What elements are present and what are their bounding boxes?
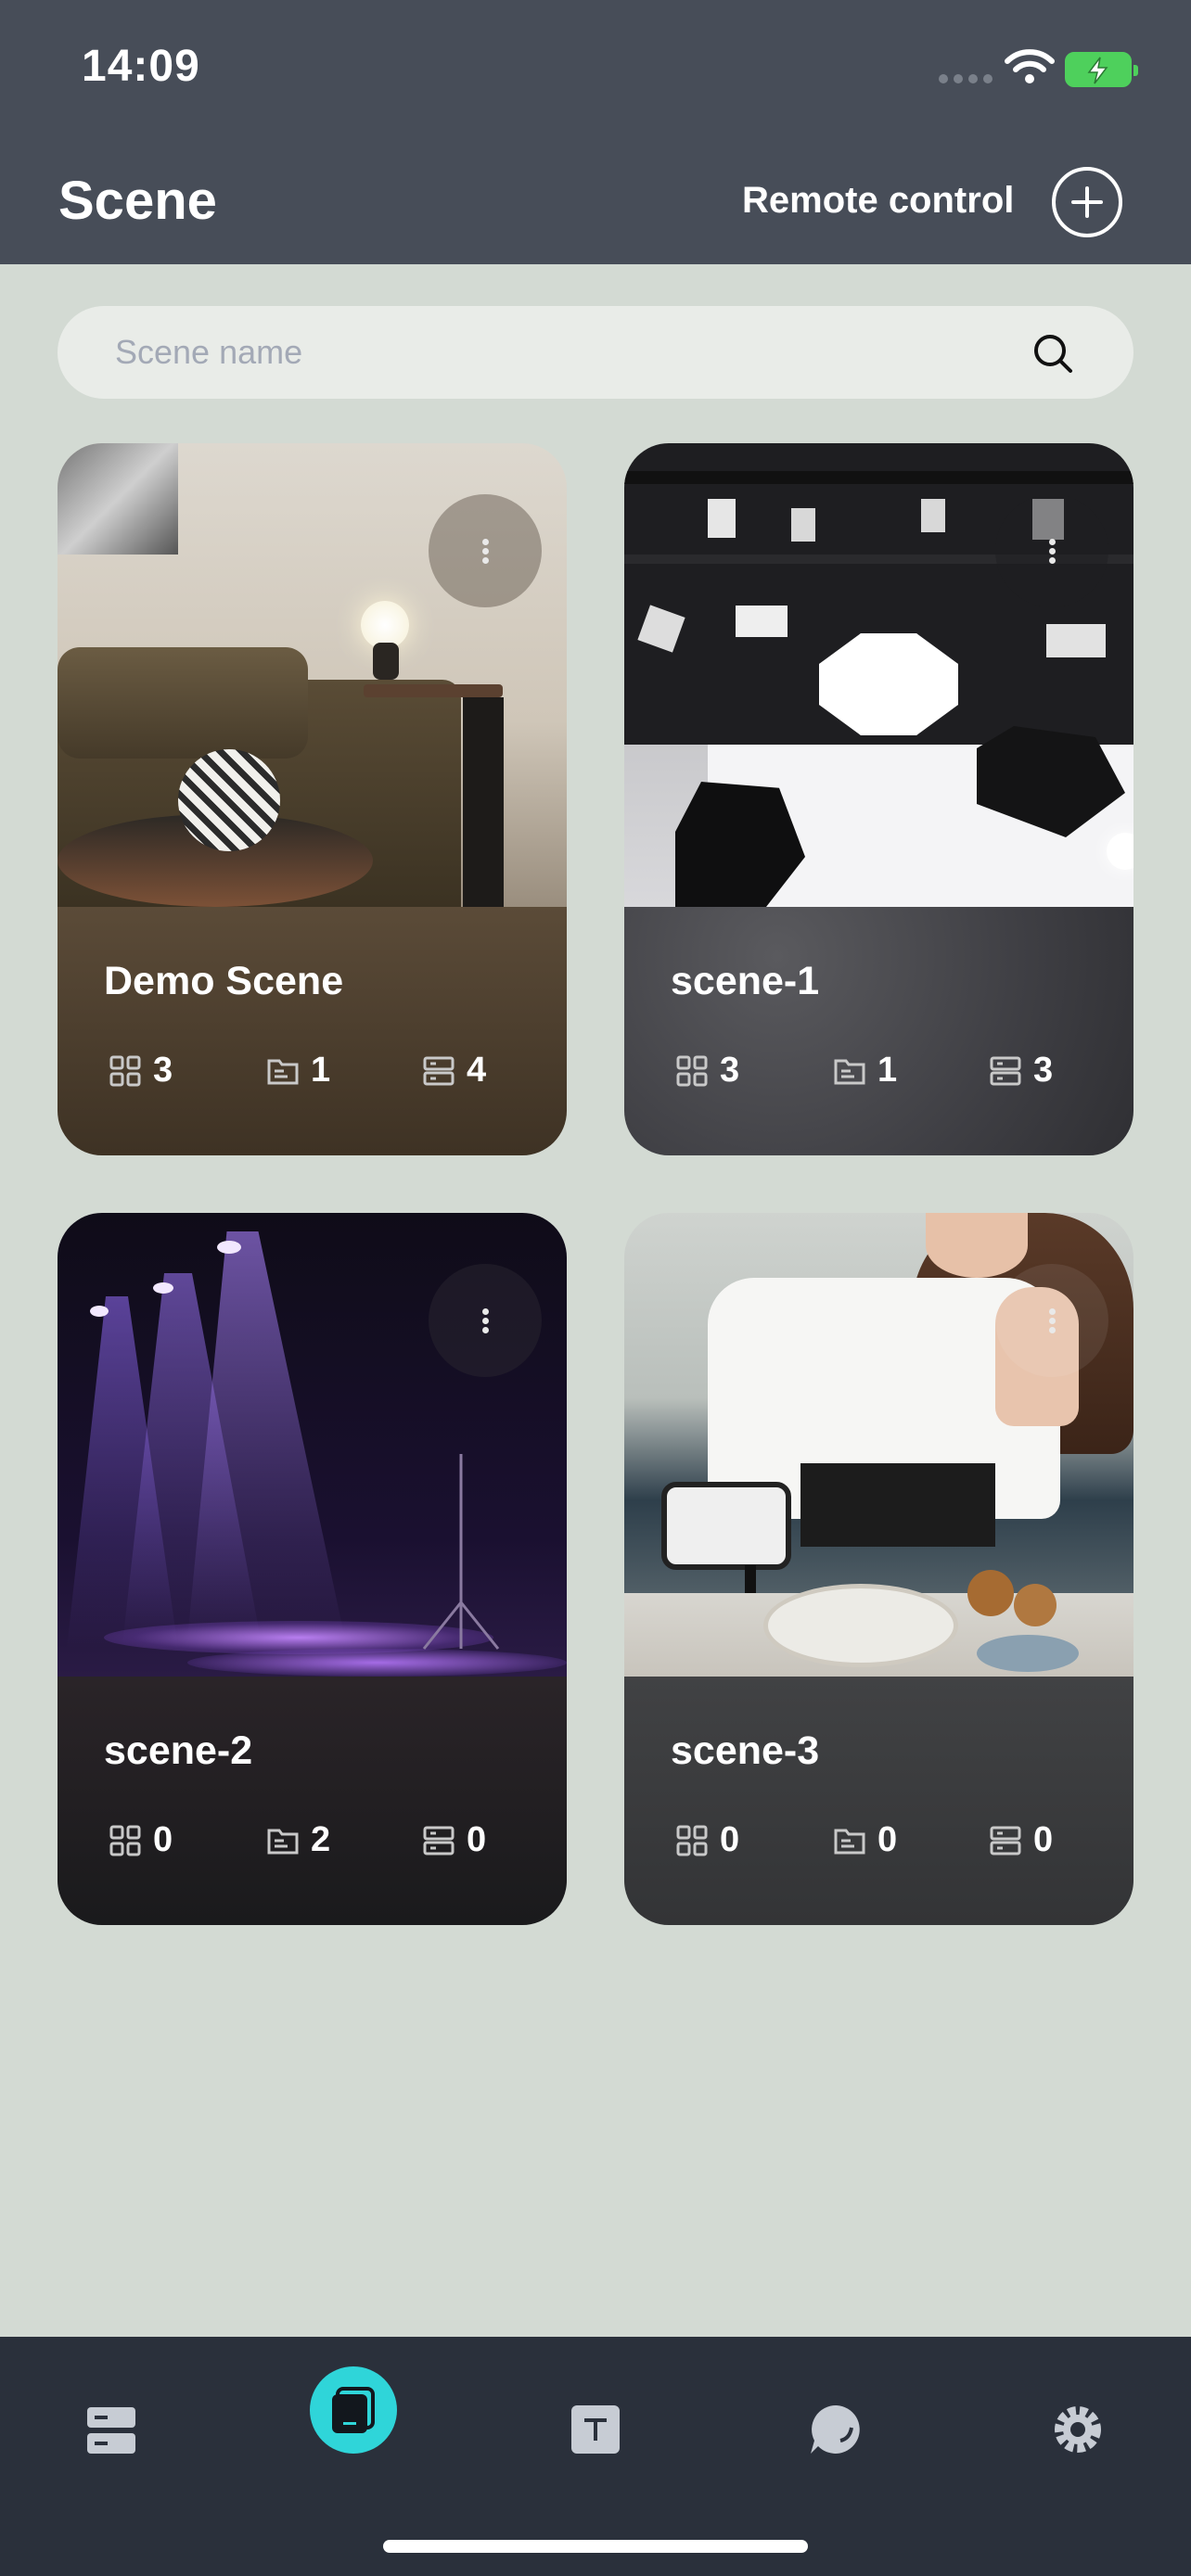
search-input[interactable] (115, 329, 950, 376)
stat-value: 0 (467, 1820, 487, 1859)
folder-icon (834, 1059, 865, 1084)
add-scene-button[interactable] (1052, 167, 1122, 237)
app-header: 14:09 Scene Remote control (0, 0, 1191, 264)
remote-control-button[interactable]: Remote control (742, 180, 1014, 222)
folder-icon (834, 1829, 865, 1854)
server-icon (990, 1826, 1021, 1855)
grid-icon (676, 1825, 708, 1855)
scene-stat-groups: 0 (675, 1820, 739, 1860)
cellular-signal-icon (939, 74, 992, 83)
scene-menu-button[interactable] (429, 1264, 542, 1377)
stat-value: 0 (153, 1820, 173, 1859)
scene-info-panel: Demo Scene 3 1 4 (58, 907, 567, 1155)
tab-scene[interactable] (310, 2366, 397, 2454)
wifi-icon (1005, 49, 1055, 83)
folder-icon (267, 1059, 299, 1084)
scene-info-panel: scene-3 0 0 0 (624, 1677, 1133, 1925)
scene-stat-folders: 1 (833, 1051, 897, 1090)
scene-info-panel: scene-1 3 1 3 (624, 907, 1133, 1155)
scene-card[interactable]: Demo Scene 3 1 4 (58, 443, 567, 1155)
stat-value: 0 (1033, 1820, 1054, 1859)
scene-stat-folders: 0 (833, 1820, 897, 1860)
scene-stat-groups: 3 (109, 1051, 173, 1090)
scene-stat-devices: 4 (422, 1051, 486, 1090)
status-time: 14:09 (82, 42, 200, 91)
stat-value: 1 (877, 1051, 898, 1090)
settings-icon[interactable] (1033, 2385, 1122, 2474)
scene-stat-groups: 3 (675, 1051, 739, 1090)
scene-info-panel: scene-2 0 2 0 (58, 1677, 567, 1925)
server-icon (990, 1056, 1021, 1085)
stat-value: 3 (720, 1051, 740, 1090)
search-icon[interactable] (1031, 332, 1076, 376)
scene-stat-folders: 1 (266, 1051, 330, 1090)
grid-icon (109, 1825, 141, 1855)
scene-menu-button[interactable] (995, 1264, 1108, 1377)
page-title: Scene (58, 171, 217, 231)
scene-menu-button[interactable] (429, 494, 542, 607)
scene-card[interactable]: scene-1 3 1 3 (624, 443, 1133, 1155)
scene-card[interactable]: scene-3 0 0 0 (624, 1213, 1133, 1925)
stat-value: 0 (720, 1820, 740, 1859)
scene-menu-button[interactable] (995, 494, 1108, 607)
scene-stat-devices: 3 (989, 1051, 1053, 1090)
text-icon[interactable] (551, 2385, 640, 2474)
scene-name: scene-2 (104, 1728, 253, 1773)
folder-icon (267, 1829, 299, 1854)
scene-name: scene-3 (671, 1728, 820, 1773)
server-icon (423, 1056, 455, 1085)
scene-stat-folders: 2 (266, 1820, 330, 1860)
devices-icon[interactable] (67, 2385, 156, 2474)
stat-value: 1 (311, 1051, 331, 1090)
chat-icon[interactable] (792, 2385, 881, 2474)
stat-value: 3 (153, 1051, 173, 1090)
scene-stat-groups: 0 (109, 1820, 173, 1860)
stat-value: 0 (877, 1820, 898, 1859)
search-bar (58, 306, 1133, 399)
scene-stat-devices: 0 (989, 1820, 1053, 1860)
scene-icon (332, 2387, 375, 2433)
stat-value: 2 (311, 1820, 331, 1859)
grid-icon (676, 1055, 708, 1086)
battery-charging-icon (1065, 52, 1138, 87)
scene-name: scene-1 (671, 959, 820, 1003)
scene-name: Demo Scene (104, 959, 344, 1003)
grid-icon (109, 1055, 141, 1086)
home-indicator[interactable] (383, 2540, 808, 2553)
stat-value: 3 (1033, 1051, 1054, 1090)
scene-card[interactable]: scene-2 0 2 0 (58, 1213, 567, 1925)
scene-stat-devices: 0 (422, 1820, 486, 1860)
server-icon (423, 1826, 455, 1855)
stat-value: 4 (467, 1051, 487, 1090)
